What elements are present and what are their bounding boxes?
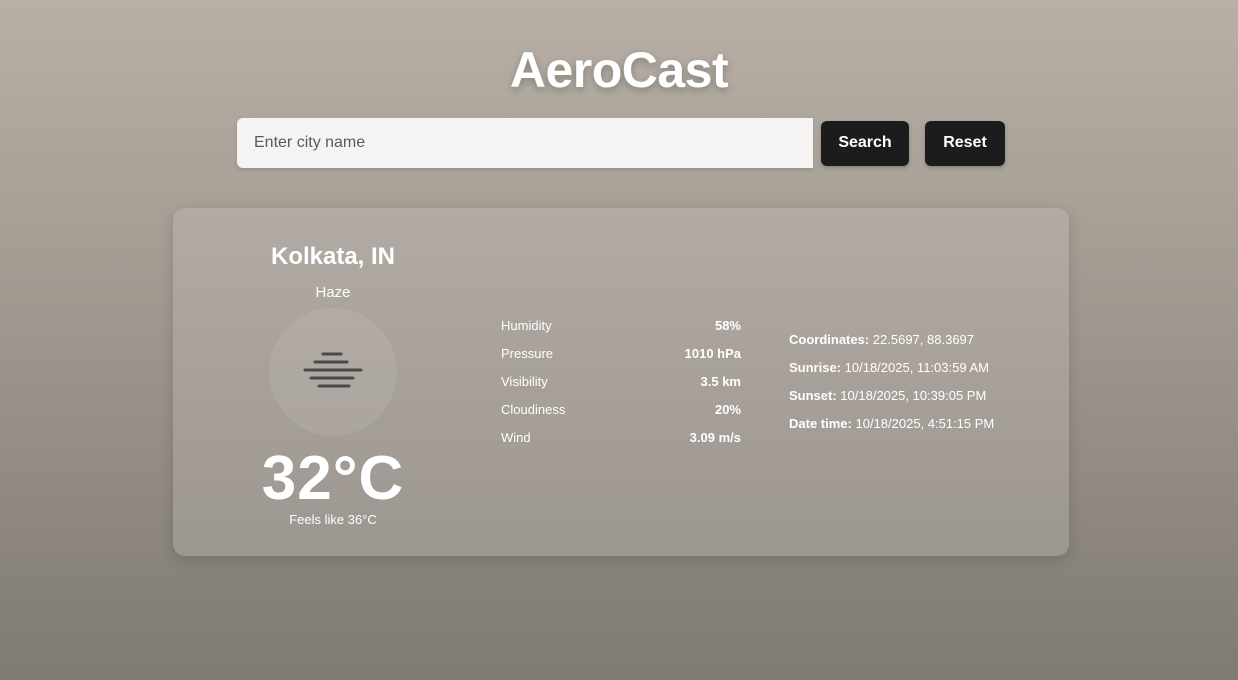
search-button[interactable]: Search [821, 120, 909, 166]
city-search-input[interactable] [237, 118, 813, 168]
weather-icon-container [269, 308, 397, 436]
stat-value: 58% [714, 318, 741, 333]
weather-condition: Haze [315, 284, 351, 301]
stat-row-visibility: Visibility 3.5 km [501, 372, 741, 400]
stat-value: 3.5 km [700, 374, 741, 389]
detail-label: Sunset: [789, 388, 837, 403]
detail-value: 22.5697, 88.3697 [872, 332, 975, 347]
stat-value: 1010 hPa [684, 346, 741, 361]
stat-label: Cloudiness [501, 402, 566, 417]
weather-card: Kolkata, IN Haze 32°C Feels like 36°C Hu… [173, 208, 1069, 556]
stat-label: Pressure [501, 346, 554, 361]
stat-label: Wind [501, 430, 531, 445]
detail-label: Date time: [789, 416, 852, 431]
detail-value: 10/18/2025, 10:39:05 PM [840, 388, 987, 403]
haze-icon [303, 352, 363, 388]
stat-row-wind: Wind 3.09 m/s [501, 428, 741, 456]
detail-value: 10/18/2025, 11:03:59 AM [844, 360, 989, 375]
app-title: AeroCast [509, 42, 729, 98]
stat-value: 20% [714, 402, 741, 417]
detail-row-sunrise: Sunrise: 10/18/2025, 11:03:59 AM [789, 358, 1049, 386]
search-bar: Search Reset [237, 118, 1005, 168]
reset-button[interactable]: Reset [925, 120, 1005, 166]
detail-label: Sunrise: [789, 360, 842, 375]
detail-row-sunset: Sunset: 10/18/2025, 10:39:05 PM [789, 386, 1049, 414]
feels-like: Feels like 36°C [289, 512, 377, 527]
current-weather-summary: Kolkata, IN Haze 32°C Feels like 36°C [233, 242, 433, 528]
city-name: Kolkata, IN [270, 243, 396, 270]
location-details: Coordinates: 22.5697, 88.3697 Sunrise: 1… [789, 330, 1049, 442]
stat-value: 3.09 m/s [689, 430, 741, 445]
stat-row-humidity: Humidity 58% [501, 316, 741, 344]
weather-stats: Humidity 58% Pressure 1010 hPa Visibilit… [501, 316, 741, 456]
stat-label: Humidity [501, 318, 552, 333]
weather-app-page: { "app": { "title": "AeroCast" }, "searc… [0, 0, 1238, 680]
stat-row-pressure: Pressure 1010 hPa [501, 344, 741, 372]
detail-value: 10/18/2025, 4:51:15 PM [855, 416, 995, 431]
stat-row-cloudiness: Cloudiness 20% [501, 400, 741, 428]
temperature: 32°C [261, 444, 405, 513]
detail-row-datetime: Date time: 10/18/2025, 4:51:15 PM [789, 414, 1049, 442]
detail-label: Coordinates: [789, 332, 870, 347]
detail-row-coordinates: Coordinates: 22.5697, 88.3697 [789, 330, 1049, 358]
stat-label: Visibility [501, 374, 548, 389]
